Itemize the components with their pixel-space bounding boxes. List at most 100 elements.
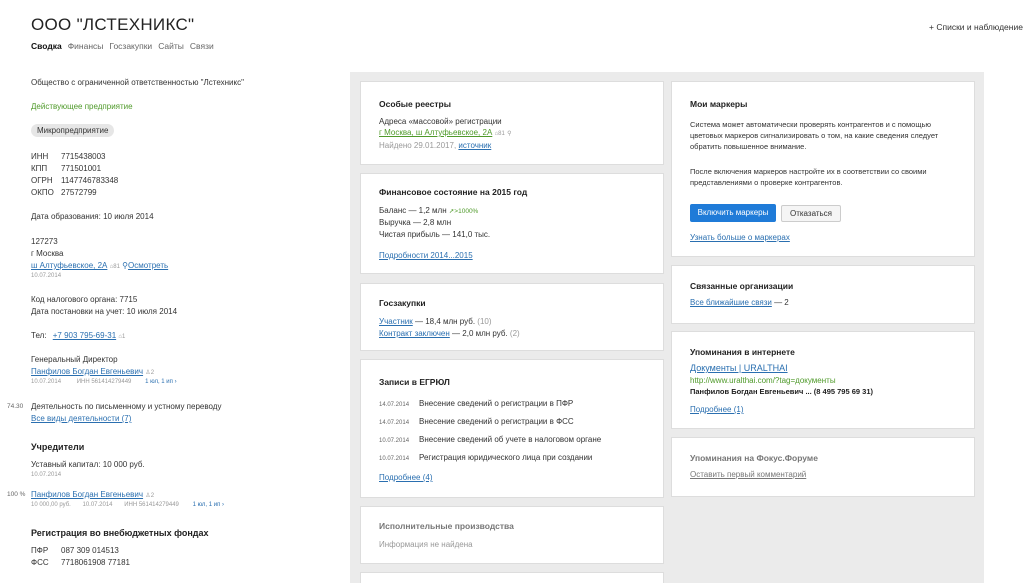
entry-date: 14.07.2014 — [379, 402, 410, 408]
director-row: Панфилов Богдан Евгеньевич ♙2 — [31, 367, 154, 376]
forum-comment-link[interactable]: Оставить первый комментарий — [690, 470, 806, 479]
director-links[interactable]: 1 юл, 1 ип — [145, 379, 173, 385]
forum-mentions-card: Упоминания на Фокус.Форуме Оставить перв… — [671, 437, 975, 497]
size-badge: Микропредприятие — [31, 124, 115, 137]
founded-date: Дата образования: 10 июля 2014 — [31, 212, 154, 221]
director-count: 2 — [150, 370, 155, 376]
founder-links[interactable]: 1 юл, 1 ип — [193, 502, 221, 508]
registry-address-link[interactable]: г Москва, ш Алтуфьевское, 2А — [379, 128, 492, 137]
entry-text: Внесение сведений об учете в налоговом о… — [419, 435, 602, 444]
activity-link[interactable]: Все виды деятельности (7) — [31, 414, 131, 423]
card-title: Исполнительные производства — [379, 521, 514, 531]
participant-row: Участник — 18,4 млн руб. (10) — [379, 317, 492, 326]
founder-date: 10.07.2014 — [82, 502, 113, 508]
id-key: ОКПО — [31, 188, 54, 197]
contract-value: — 2,0 млн руб. — [452, 329, 508, 338]
chevron-right-icon: › — [174, 379, 177, 385]
markers-text-1: Система может автоматически проверять ко… — [690, 120, 939, 151]
founder-link[interactable]: Панфилов Богдан Евгеньевич — [31, 490, 143, 499]
id-key: ИНН — [31, 152, 49, 161]
id-key: ОГРН — [31, 176, 53, 185]
egrul-more-link[interactable]: Подробнее (4) — [379, 473, 433, 482]
mention-link[interactable]: Документы | URALTHAI — [690, 363, 788, 373]
activity-code: 74.30 — [7, 403, 24, 410]
card-title: Госзакупки — [379, 298, 426, 308]
director-link[interactable]: Панфилов Богдан Евгеньевич — [31, 367, 143, 376]
mention-url: http://www.uralthai.com/?tag=документы — [690, 376, 836, 385]
balance: Баланс — 1,2 млн — [379, 206, 447, 215]
phone-link[interactable]: +7 903 795-69-31 — [53, 331, 116, 340]
card-title: Упоминания на Фокус.Форуме — [690, 453, 818, 463]
address-date: 10.07.2014 — [31, 273, 62, 279]
enforcement-card: Исполнительные производства Информация н… — [360, 506, 664, 564]
egrul-entry: 10.07.2014 Внесение сведений об учете в н… — [379, 435, 601, 444]
director-inn: ИНН 561414279449 — [76, 379, 132, 385]
contract-link[interactable]: Контракт заключен — [379, 329, 450, 338]
contract-count: (2) — [509, 329, 520, 338]
pfr-value: 087 309 014513 — [61, 546, 119, 555]
activity-text: Деятельность по письменному и устному пе… — [31, 402, 222, 411]
phone-row: Тел: +7 903 795-69-31 ⌂1 — [31, 331, 125, 340]
enforcement-text: Информация не найдена — [379, 540, 473, 549]
fund-key: ФСС — [31, 558, 49, 567]
id-key: КПП — [31, 164, 48, 173]
lists-button-label: Списки и наблюдение — [936, 22, 1023, 32]
registry-found: Найдено 29.01.2017, — [379, 141, 457, 150]
map-pin-icon: ⚲ — [507, 131, 512, 137]
mention-snippet: Панфилов Богдан Евгеньевич ... (8 495 79… — [690, 387, 873, 396]
learn-markers-link[interactable]: Узнать больше о маркерах — [690, 233, 790, 242]
profit: Чистая прибыль — 141,0 тыс. — [379, 230, 491, 239]
internet-mentions-card: Упоминания в интернете Документы | URALT… — [671, 331, 975, 429]
related-orgs-card: Связанные организации Все ближайшие связ… — [671, 265, 975, 324]
phone-count: 1 — [122, 334, 126, 340]
mass-registration-label: Адреса «массовой» регистрации — [379, 117, 502, 126]
phone-label: Тел: — [31, 331, 47, 340]
look-link[interactable]: Осмотреть — [128, 261, 168, 270]
fss-value: 7718061908 77181 — [61, 558, 130, 567]
kpp-value: 771501001 — [61, 164, 102, 173]
entry-text: Внесение сведений о регистрации в ФСС — [419, 417, 574, 426]
balance-growth: >1000% — [454, 208, 479, 215]
card-title: Мои маркеры — [690, 99, 748, 109]
enable-markers-button[interactable]: Включить маркеры — [690, 204, 776, 222]
participant-link[interactable]: Участник — [379, 317, 413, 326]
registry-source-link[interactable]: источник — [458, 141, 491, 150]
director-date: 10.07.2014 — [31, 379, 62, 385]
founder-inn: ИНН 561414279449 — [124, 502, 179, 508]
decline-button[interactable]: Отказаться — [781, 205, 841, 222]
tab-finance[interactable]: Финансы — [68, 41, 104, 51]
entry-date: 14.07.2014 — [379, 420, 410, 426]
card-title: Упоминания в интернете — [690, 347, 795, 357]
mentions-more-link[interactable]: Подробнее (1) — [690, 405, 744, 414]
purchases-card: Госзакупки Участник — 18,4 млн руб. (10)… — [360, 283, 664, 351]
fund-key: ПФР — [31, 546, 49, 555]
tab-links[interactable]: Связи — [190, 41, 214, 51]
founders-title: Учредители — [31, 442, 85, 452]
address-count: 81 — [113, 264, 120, 270]
founder-row: Панфилов Богдан Евгеньевич ♙2 — [31, 490, 154, 499]
tab-bar: Сводка Финансы Госзакупки Сайты Связи — [31, 41, 214, 51]
header: ООО "ЛСТЕХНИКС" Сводка Финансы Госзакупк… — [0, 0, 1024, 65]
related-link[interactable]: Все ближайшие связи — [690, 298, 772, 307]
postcode: 127273 — [31, 237, 58, 246]
card-title: Записи в ЕГРЮЛ — [379, 377, 450, 387]
registry-address-row: г Москва, ш Алтуфьевское, 2А ⌂81 ⚲ — [379, 128, 511, 137]
finance-card: Финансовое состояние на 2015 год Баланс … — [360, 173, 664, 274]
founder-meta: 10 000,00 руб. 10.07.2014 ИНН 5614142794… — [31, 502, 224, 508]
founder-amount: 10 000,00 руб. — [31, 502, 71, 508]
special-registries-card: Особые реестры Адреса «массовой» регистр… — [360, 81, 664, 165]
funds-block: ПФР 087 309 014513 ФСС 7718061908 77181 — [31, 546, 130, 570]
egrul-card: Записи в ЕГРЮЛ 14.07.2014 Внесение сведен… — [360, 359, 664, 498]
registry-count: 81 — [498, 131, 505, 137]
address-link[interactable]: ш Алтуфьевское, 2А — [31, 261, 107, 270]
balance-row: Баланс — 1,2 млн ➚>1000% — [379, 206, 478, 215]
inn-value: 7715438003 — [61, 152, 106, 161]
related-row: Все ближайшие связи — 2 — [690, 298, 789, 307]
participant-count: (10) — [477, 317, 492, 326]
finance-details-link[interactable]: Подробности 2014...2015 — [379, 251, 473, 260]
tab-purchases[interactable]: Госзакупки — [109, 41, 152, 51]
tab-summary[interactable]: Сводка — [31, 41, 62, 51]
lists-button[interactable]: + Списки и наблюдение — [929, 22, 1024, 32]
tab-sites[interactable]: Сайты — [158, 41, 184, 51]
entry-text: Внесение сведений о регистрации в ПФР — [419, 399, 574, 408]
